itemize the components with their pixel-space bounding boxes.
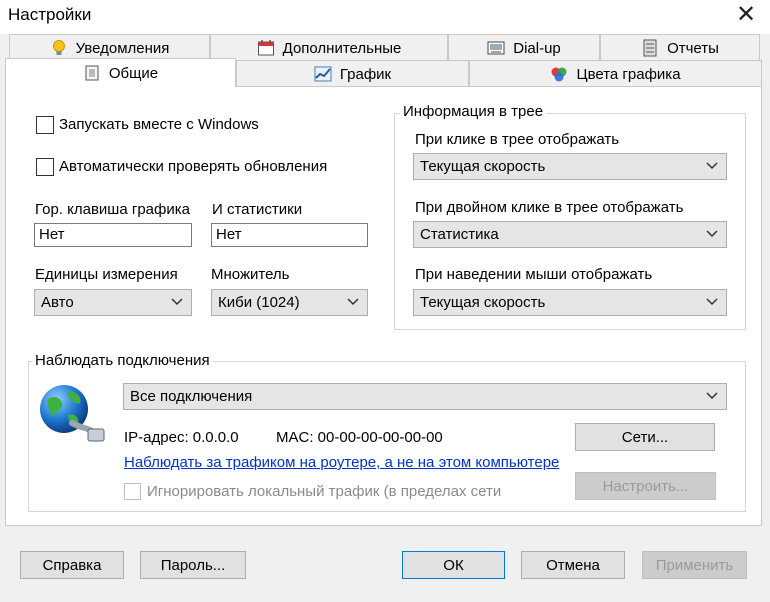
- window-title: Настройки: [8, 5, 92, 24]
- router-monitor-link[interactable]: Наблюдать за трафиком на роутере, а не н…: [124, 454, 559, 471]
- dialup-icon: [487, 39, 505, 57]
- tab-graph-colors[interactable]: Цвета графика: [469, 60, 762, 87]
- chevron-down-icon: [706, 230, 718, 238]
- multiplier-value: Киби (1024): [218, 294, 300, 311]
- monitor-legend: Наблюдать подключения: [32, 352, 213, 369]
- chevron-down-icon: [347, 298, 359, 306]
- general-icon: [83, 64, 101, 82]
- network-globe-icon: [38, 383, 106, 445]
- ignore-local-label: Игнорировать локальный трафик (в предела…: [147, 483, 502, 500]
- tab-label: Отчеты: [667, 39, 719, 57]
- tab-notifications[interactable]: Уведомления: [9, 34, 210, 61]
- ignore-local-checkbox[interactable]: [124, 483, 141, 500]
- chevron-down-icon: [706, 392, 718, 400]
- multiplier-label: Множитель: [211, 266, 290, 283]
- networks-button[interactable]: Сети...: [575, 423, 715, 451]
- tab-reports[interactable]: Отчеты: [600, 34, 760, 61]
- close-icon[interactable]: ✕: [733, 2, 759, 28]
- tray-click-value: Текущая скорость: [420, 158, 546, 175]
- cancel-button[interactable]: Отмена: [521, 551, 625, 579]
- apply-button[interactable]: Применить: [642, 551, 747, 579]
- start-with-windows-checkbox[interactable]: [36, 116, 54, 134]
- server-icon: [641, 39, 659, 57]
- tray-hover-value: Текущая скорость: [420, 294, 546, 311]
- connection-value: Все подключения: [130, 388, 253, 405]
- tray-hover-label: При наведении мыши отображать: [415, 266, 653, 283]
- tray-hover-dropdown[interactable]: Текущая скорость: [413, 289, 727, 316]
- tab-label: Цвета графика: [576, 65, 681, 83]
- chevron-down-icon: [171, 298, 183, 306]
- title-bar: [0, 0, 770, 34]
- hotkey-stats-field[interactable]: Нет: [211, 223, 368, 247]
- tab-advanced[interactable]: Дополнительные: [210, 34, 448, 61]
- mac-address-text: MAC: 00-00-00-00-00-00: [276, 429, 443, 446]
- tray-double-click-dropdown[interactable]: Статистика: [413, 221, 727, 248]
- tray-double-click-label: При двойном клике в трее отображать: [415, 199, 684, 216]
- lightbulb-icon: [50, 39, 68, 57]
- hotkey-graph-label: Гор. клавиша графика: [35, 201, 190, 218]
- colors-icon: [550, 65, 568, 83]
- tray-click-label: При клике в трее отображать: [415, 131, 620, 148]
- graph-icon: [314, 65, 332, 83]
- tab-label: Дополнительные: [282, 39, 402, 57]
- tray-click-dropdown[interactable]: Текущая скорость: [413, 153, 727, 180]
- help-button[interactable]: Справка: [20, 551, 124, 579]
- tab-label: Dial-up: [513, 39, 561, 57]
- tab-label: Общие: [108, 64, 159, 82]
- calendar-icon: [257, 39, 275, 57]
- tab-label: График: [339, 65, 392, 83]
- tab-general[interactable]: Общие: [5, 58, 236, 87]
- multiplier-dropdown[interactable]: Киби (1024): [211, 289, 368, 316]
- password-button[interactable]: Пароль...: [140, 551, 246, 579]
- chevron-down-icon: [706, 298, 718, 306]
- start-with-windows-label: Запускать вместе с Windows: [59, 116, 259, 133]
- tab-dialup[interactable]: Dial-up: [448, 34, 600, 61]
- auto-update-label: Автоматически проверять обновления: [59, 158, 328, 175]
- units-value: Авто: [41, 294, 74, 311]
- configure-button[interactable]: Настроить...: [575, 472, 716, 500]
- tray-double-click-value: Статистика: [420, 226, 499, 243]
- tab-label: Уведомления: [75, 39, 170, 57]
- ok-button[interactable]: ОК: [402, 551, 505, 579]
- hotkey-graph-field[interactable]: Нет: [34, 223, 192, 247]
- connection-dropdown[interactable]: Все подключения: [123, 383, 727, 410]
- chevron-down-icon: [706, 162, 718, 170]
- tray-info-legend: Информация в трее: [400, 103, 547, 120]
- ip-address-text: IP-адрес: 0.0.0.0: [124, 429, 239, 446]
- auto-update-checkbox[interactable]: [36, 158, 54, 176]
- tab-graph[interactable]: График: [236, 60, 469, 87]
- units-label: Единицы измерения: [35, 266, 178, 283]
- hotkey-stats-label: И статистики: [212, 201, 303, 218]
- units-dropdown[interactable]: Авто: [34, 289, 192, 316]
